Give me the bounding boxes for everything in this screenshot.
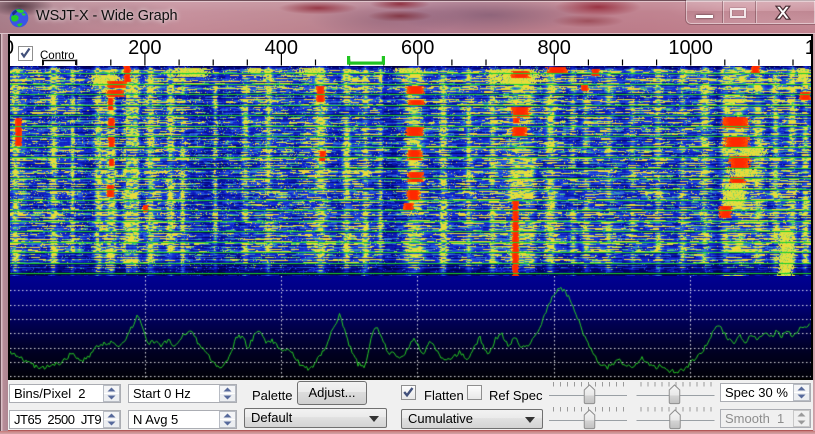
svg-text:Contro: Contro	[40, 50, 75, 62]
